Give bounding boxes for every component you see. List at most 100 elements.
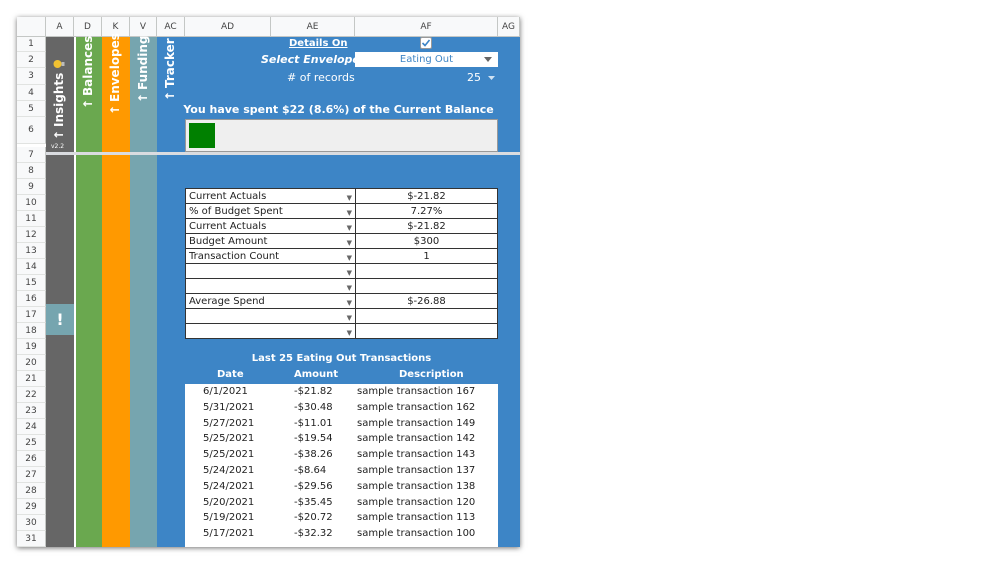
metric-select[interactable]: Current Actuals ▼ xyxy=(185,188,356,204)
row-header[interactable]: 17 xyxy=(17,307,46,323)
row-header[interactable]: 26 xyxy=(17,451,46,467)
metric-label: % of Budget Spent xyxy=(189,205,283,217)
alert-indicator[interactable]: ! xyxy=(46,304,74,335)
row-header[interactable]: 4 xyxy=(17,85,46,101)
row-header[interactable]: 29 xyxy=(17,499,46,515)
row-header[interactable]: 25 xyxy=(17,435,46,451)
row-header[interactable]: 18 xyxy=(17,323,46,339)
transaction-row[interactable]: 5/19/2021 -$20.72 sample transaction 113 xyxy=(185,510,497,526)
transactions-list: 6/1/2021 -$21.82 sample transaction 167 5/3… xyxy=(185,384,498,547)
row-header[interactable]: 20 xyxy=(17,355,46,371)
row-header[interactable]: 2 xyxy=(17,52,46,68)
transaction-amount: -$20.72 xyxy=(294,512,333,524)
corner-header[interactable] xyxy=(17,17,46,37)
row-header[interactable]: 22 xyxy=(17,387,46,403)
metric-select[interactable]: % of Budget Spent ▼ xyxy=(185,203,356,219)
metric-select[interactable]: ▼ xyxy=(185,278,356,294)
transaction-row[interactable]: 5/20/2021 -$35.45 sample transaction 120 xyxy=(185,495,497,511)
metric-label: Budget Amount xyxy=(189,235,268,247)
records-select[interactable]: 25 xyxy=(437,70,495,85)
row-header[interactable]: 16 xyxy=(17,291,46,307)
row-header[interactable]: 28 xyxy=(17,483,46,499)
metric-row: ▼ xyxy=(185,323,498,339)
transaction-row[interactable]: 5/24/2021 -$29.56 sample transaction 138 xyxy=(185,479,497,495)
row-header[interactable]: 11 xyxy=(17,211,46,227)
row-header[interactable]: 23 xyxy=(17,403,46,419)
column-header-d[interactable]: D xyxy=(74,17,102,37)
row-header[interactable]: 27 xyxy=(17,467,46,483)
row-header[interactable]: 9 xyxy=(17,179,46,195)
chevron-down-icon xyxy=(488,76,495,80)
dropdown-arrow-icon: ▼ xyxy=(346,208,352,217)
row-header[interactable]: 15 xyxy=(17,275,46,291)
tab-insights[interactable]: ↑ Insights xyxy=(52,45,66,140)
row-header[interactable]: 5 xyxy=(17,101,46,117)
transaction-row[interactable]: 5/27/2021 -$11.01 sample transaction 149 xyxy=(185,416,497,432)
tab-funding-label: Funding xyxy=(136,35,150,90)
metric-select[interactable]: Transaction Count ▼ xyxy=(185,248,356,264)
balances-band xyxy=(76,37,102,547)
row-header[interactable]: 8 xyxy=(17,163,46,179)
row-header[interactable]: 14 xyxy=(17,259,46,275)
row-header[interactable]: 13 xyxy=(17,243,46,259)
row-header[interactable]: 7 xyxy=(17,147,46,163)
metric-select[interactable]: ▼ xyxy=(185,263,356,279)
tab-envelopes[interactable]: ↑ Envelopes xyxy=(108,33,122,115)
transaction-row[interactable]: 5/25/2021 -$19.54 sample transaction 142 xyxy=(185,431,497,447)
row-header[interactable]: 1 xyxy=(17,37,46,52)
column-header-v[interactable]: V xyxy=(130,17,157,37)
transaction-date: 5/27/2021 xyxy=(203,417,255,429)
column-header-ac[interactable]: AC xyxy=(157,17,185,37)
tab-funding[interactable]: ↑ Funding xyxy=(136,35,150,103)
row-header[interactable]: 30 xyxy=(17,515,46,531)
tab-tracker[interactable]: ↑ Tracker xyxy=(163,38,177,101)
metric-select[interactable]: ▼ xyxy=(185,308,356,324)
check-icon xyxy=(421,39,431,47)
metrics-table: Current Actuals ▼ $-21.82% of Budget Spent… xyxy=(185,188,498,339)
metric-label: Current Actuals xyxy=(189,190,267,202)
column-header-a[interactable]: A xyxy=(46,17,74,37)
row-header[interactable]: 6 xyxy=(17,117,46,144)
metric-value xyxy=(355,323,498,339)
row-header[interactable]: 24 xyxy=(17,419,46,435)
metric-row: % of Budget Spent ▼ 7.27% xyxy=(185,203,498,219)
tab-envelopes-label: Envelopes xyxy=(108,33,122,102)
dropdown-arrow-icon: ▼ xyxy=(346,238,352,247)
row-header[interactable]: 12 xyxy=(17,227,46,243)
row-header[interactable]: 21 xyxy=(17,371,46,387)
envelope-select[interactable]: Eating Out xyxy=(355,52,498,67)
records-label: # of records xyxy=(287,71,355,84)
freeze-divider[interactable] xyxy=(46,152,520,155)
row-header[interactable]: 19 xyxy=(17,339,46,355)
metric-label: Transaction Count xyxy=(189,250,280,262)
dropdown-arrow-icon: ▼ xyxy=(346,193,352,202)
row-header[interactable]: 3 xyxy=(17,68,46,85)
up-arrow-icon: ↑ xyxy=(163,90,177,101)
dropdown-arrow-icon: ▼ xyxy=(346,268,352,277)
column-header-ae[interactable]: AE xyxy=(271,17,355,37)
metric-label: Current Actuals xyxy=(189,220,267,232)
transaction-row[interactable]: 6/1/2021 -$21.82 sample transaction 167 xyxy=(185,384,497,400)
transaction-row[interactable]: 5/24/2021 -$8.64 sample transaction 137 xyxy=(185,463,497,479)
column-header-ad[interactable]: AD xyxy=(185,17,271,37)
transaction-row[interactable]: 5/25/2021 -$38.26 sample transaction 143 xyxy=(185,447,497,463)
metric-select[interactable]: ▼ xyxy=(185,323,356,339)
metric-value: $300 xyxy=(355,233,498,249)
metric-select[interactable]: Budget Amount ▼ xyxy=(185,233,356,249)
row-header[interactable]: 31 xyxy=(17,531,46,547)
transaction-row[interactable]: 5/17/2021 -$32.32 sample transaction 100 xyxy=(185,526,497,542)
spend-progress-fill xyxy=(189,123,215,148)
metric-value: 7.27% xyxy=(355,203,498,219)
transaction-row[interactable]: 5/31/2021 -$30.48 sample transaction 162 xyxy=(185,400,497,416)
column-header-af[interactable]: AF xyxy=(355,17,498,37)
tab-balances[interactable]: ↑ Balances xyxy=(81,36,95,109)
metric-select[interactable]: Current Actuals ▼ xyxy=(185,218,356,234)
transaction-description: sample transaction 167 xyxy=(357,386,476,397)
row-header[interactable]: 10 xyxy=(17,195,46,211)
dropdown-arrow-icon: ▼ xyxy=(346,223,352,232)
details-checkbox[interactable] xyxy=(420,37,432,49)
transaction-date: 5/19/2021 xyxy=(203,512,255,524)
date-header: Date xyxy=(217,369,244,380)
column-header-ag[interactable]: AG xyxy=(498,17,520,37)
metric-select[interactable]: Average Spend ▼ xyxy=(185,293,356,309)
